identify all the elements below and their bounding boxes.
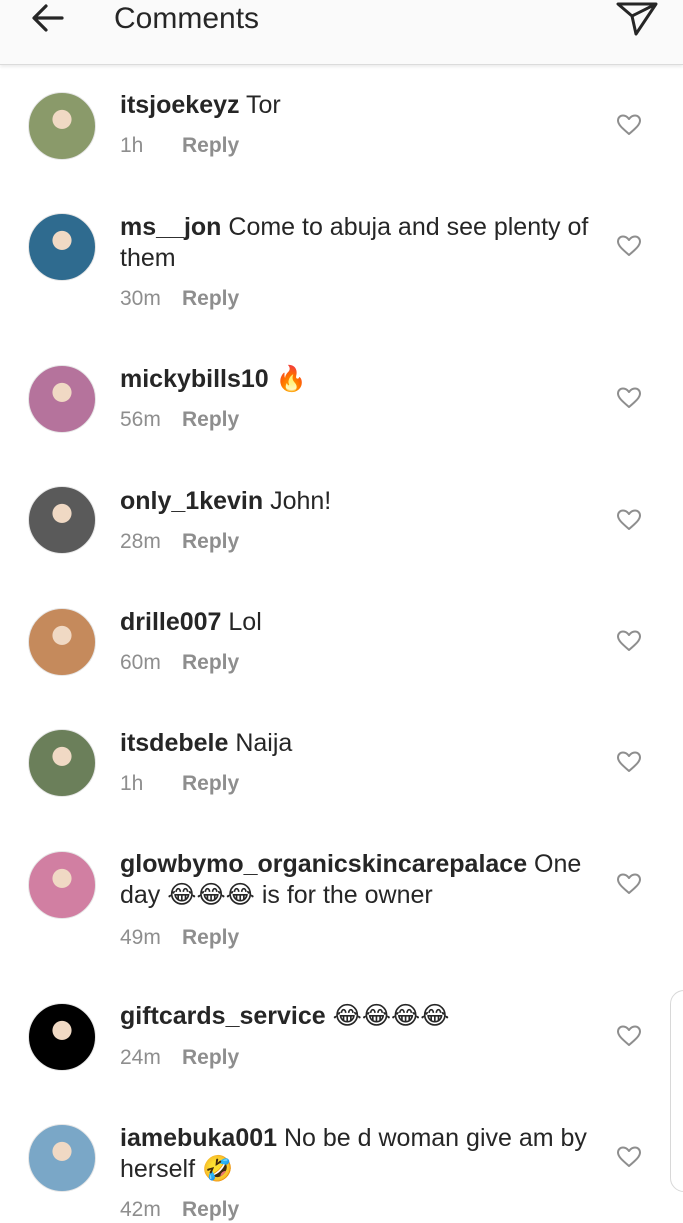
comment-meta: 24m Reply [120, 1045, 239, 1071]
comment-meta: 30m Reply [120, 286, 239, 312]
comment-timestamp: 56m [120, 408, 161, 431]
comment-text: only_1kevin John! [120, 486, 590, 517]
arrow-left-icon[interactable] [28, 0, 68, 40]
comment-meta: 49m Reply [120, 925, 239, 951]
comment-timestamp: 49m [120, 926, 161, 949]
heart-icon[interactable] [616, 750, 642, 774]
comment-username[interactable]: giftcards_service [120, 1002, 326, 1030]
reply-button[interactable]: Reply [182, 651, 239, 674]
comment-meta: 28m Reply [120, 529, 239, 555]
comment-meta: 1h Reply [120, 771, 239, 797]
comment-body: Lol [221, 608, 262, 636]
avatar[interactable] [28, 1003, 96, 1071]
reply-button[interactable]: Reply [182, 926, 239, 949]
avatar[interactable] [28, 608, 96, 676]
paper-plane-icon[interactable] [612, 0, 660, 40]
comment-meta: 1h Reply [120, 133, 239, 159]
comment-username[interactable]: drille007 [120, 608, 221, 636]
comment-timestamp: 1h [120, 772, 144, 795]
avatar[interactable] [28, 365, 96, 433]
comment-username[interactable]: itsjoekeyz [120, 91, 240, 119]
comment-text: itsjoekeyz Tor [120, 90, 590, 121]
comment-meta: 56m Reply [120, 407, 239, 433]
comment-text: itsdebele Naija [120, 728, 590, 759]
comment-timestamp: 30m [120, 287, 161, 310]
heart-icon[interactable] [616, 1145, 642, 1169]
comment-text: drille007 Lol [120, 607, 590, 638]
header: Comments [0, 0, 683, 65]
comment-meta: 60m Reply [120, 650, 239, 676]
comment-timestamp: 60m [120, 651, 161, 674]
reply-button[interactable]: Reply [182, 772, 239, 795]
comment-text: mickybills10 🔥 [120, 364, 590, 395]
comment-timestamp: 42m [120, 1198, 161, 1221]
comment-text: ms__jon Come to abuja and see plenty of … [120, 212, 590, 274]
comment-text: giftcards_service 😂😂😂😂 [120, 1001, 590, 1032]
comment-username[interactable]: ms__jon [120, 213, 221, 241]
scrollbar-handle[interactable] [670, 990, 683, 1192]
heart-icon[interactable] [616, 508, 642, 532]
avatar[interactable] [28, 1124, 96, 1192]
comment-username[interactable]: glowbymo_organicskincarepalace [120, 850, 527, 878]
comment-timestamp: 24m [120, 1046, 161, 1069]
comment-body: Tor [239, 91, 281, 119]
avatar[interactable] [28, 92, 96, 160]
comment-meta: 42m Reply [120, 1197, 239, 1223]
heart-icon[interactable] [616, 386, 642, 410]
reply-button[interactable]: Reply [182, 1046, 239, 1069]
comment-body: Naija [228, 729, 293, 757]
heart-icon[interactable] [616, 234, 642, 258]
comment-timestamp: 1h [120, 134, 144, 157]
comment-timestamp: 28m [120, 530, 161, 553]
reply-button[interactable]: Reply [182, 1198, 239, 1221]
avatar[interactable] [28, 486, 96, 554]
comment-body: John! [263, 487, 332, 515]
comment-body: 🔥 [268, 365, 307, 393]
reply-button[interactable]: Reply [182, 134, 239, 157]
comment-text: glowbymo_organicskincarepalace One day 😂… [120, 849, 590, 911]
avatar[interactable] [28, 729, 96, 797]
reply-button[interactable]: Reply [182, 287, 239, 310]
heart-icon[interactable] [616, 629, 642, 653]
avatar[interactable] [28, 851, 96, 919]
page-title: Comments [114, 2, 260, 35]
reply-button[interactable]: Reply [182, 408, 239, 431]
heart-icon[interactable] [616, 1024, 642, 1048]
comment-body: 😂😂😂😂 [325, 1002, 450, 1030]
comment-text: iamebuka001 No be d woman give am by her… [120, 1123, 590, 1185]
avatar[interactable] [28, 213, 96, 281]
heart-icon[interactable] [616, 113, 642, 137]
heart-icon[interactable] [616, 872, 642, 896]
comment-username[interactable]: iamebuka001 [120, 1124, 277, 1152]
comment-username[interactable]: mickybills10 [120, 365, 269, 393]
comment-username[interactable]: itsdebele [120, 729, 228, 757]
comment-username[interactable]: only_1kevin [120, 487, 263, 515]
reply-button[interactable]: Reply [182, 530, 239, 553]
